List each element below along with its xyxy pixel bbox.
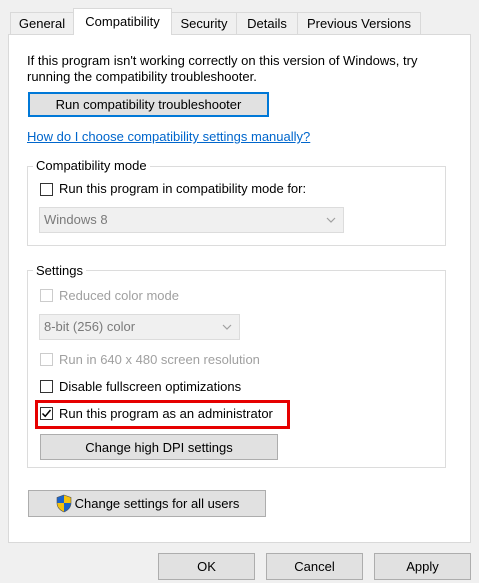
- chevron-down-icon: [326, 217, 336, 223]
- tab-label: Previous Versions: [306, 16, 412, 31]
- tab-previous-versions[interactable]: Previous Versions: [297, 12, 421, 34]
- highlight-box: [35, 400, 290, 429]
- reduced-color-checkbox: [40, 289, 53, 302]
- uac-shield-icon: [56, 494, 71, 513]
- run-troubleshooter-button[interactable]: Run compatibility troubleshooter: [28, 92, 269, 117]
- compatibility-mode-label[interactable]: Run this program in compatibility mode f…: [59, 181, 306, 196]
- tab-label: General: [18, 16, 66, 31]
- button-label: Run compatibility troubleshooter: [55, 97, 242, 112]
- button-label: Cancel: [294, 559, 335, 574]
- color-select-value: 8-bit (256) color: [44, 319, 136, 334]
- compatibility-mode-group: [27, 166, 446, 246]
- compatibility-mode-checkbox[interactable]: [40, 183, 53, 196]
- os-select: Windows 8: [39, 207, 344, 233]
- compatibility-panel: If this program isn't working correctly …: [8, 34, 471, 543]
- intro-line-1: If this program isn't working correctly …: [27, 53, 418, 68]
- tab-security[interactable]: Security: [171, 12, 237, 34]
- resolution-checkbox: [40, 353, 53, 366]
- tab-label: Security: [180, 16, 228, 31]
- settings-group-label: Settings: [33, 263, 86, 278]
- os-select-value: Windows 8: [44, 212, 108, 227]
- tab-details[interactable]: Details: [236, 12, 298, 34]
- intro-line-2: running the compatibility troubleshooter…: [27, 69, 257, 84]
- color-select: 8-bit (256) color: [39, 314, 240, 340]
- change-dpi-settings-button[interactable]: Change high DPI settings: [40, 434, 278, 460]
- change-settings-all-users-button[interactable]: Change settings for all users: [28, 490, 266, 517]
- chevron-down-icon: [222, 324, 232, 330]
- button-label: Change high DPI settings: [85, 439, 233, 455]
- button-label: OK: [197, 559, 216, 574]
- tab-label: Details: [247, 16, 287, 31]
- tab-general[interactable]: General: [10, 12, 74, 34]
- fullscreen-optimizations-label[interactable]: Disable fullscreen optimizations: [59, 379, 241, 394]
- button-label: Change settings for all users: [74, 496, 240, 511]
- help-link[interactable]: How do I choose compatibility settings m…: [27, 129, 310, 144]
- fullscreen-optimizations-checkbox[interactable]: [40, 380, 53, 393]
- tab-label: Compatibility: [85, 14, 160, 29]
- apply-button[interactable]: Apply: [374, 553, 471, 580]
- cancel-button[interactable]: Cancel: [266, 553, 363, 580]
- tab-compatibility[interactable]: Compatibility: [73, 8, 172, 35]
- button-label: Apply: [406, 559, 439, 574]
- resolution-label: Run in 640 x 480 screen resolution: [59, 352, 260, 367]
- compatibility-mode-group-label: Compatibility mode: [33, 158, 150, 173]
- reduced-color-label: Reduced color mode: [59, 288, 179, 303]
- ok-button[interactable]: OK: [158, 553, 255, 580]
